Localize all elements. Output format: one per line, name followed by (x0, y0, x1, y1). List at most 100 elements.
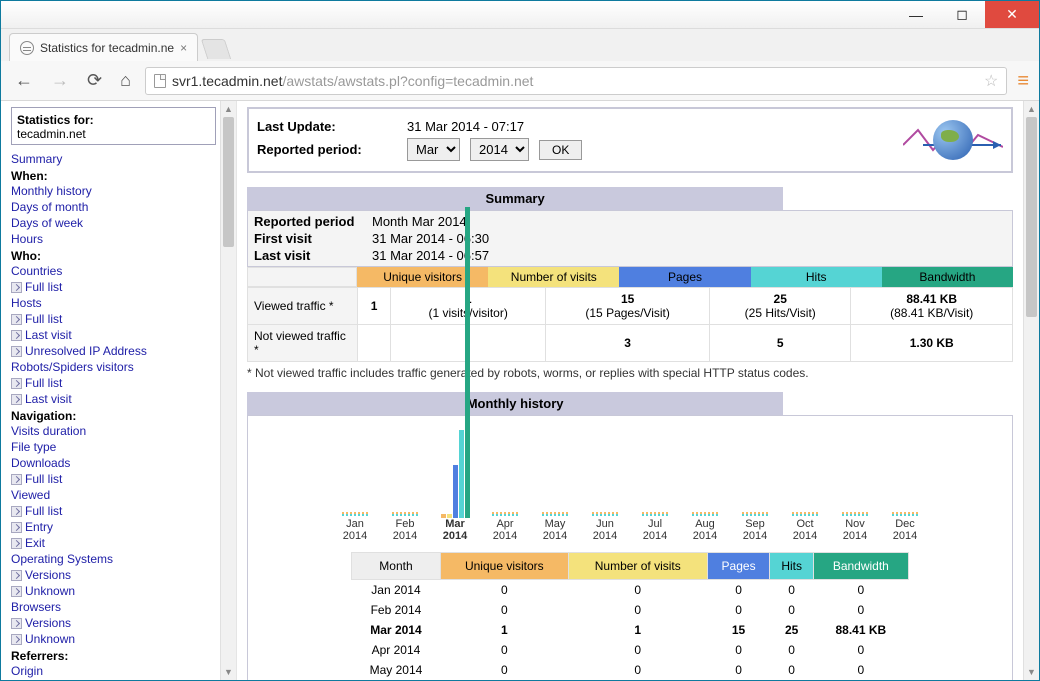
chart-month-may: May2014 (540, 428, 570, 542)
nav-monthly-history[interactable]: Monthly history (11, 183, 216, 199)
metric-visits: Number of visits (488, 267, 619, 287)
nav-browsers[interactable]: Browsers (11, 599, 216, 615)
nav-downloads-full[interactable]: Full list (11, 471, 216, 487)
browser-window: — ◻ ✕ Statistics for tecadmin.ne × ← → ⟳… (0, 0, 1040, 681)
nav-navigation-header: Navigation: (11, 409, 216, 423)
nav-viewed-entry[interactable]: Entry (11, 519, 216, 535)
chart-month-apr: Apr2014 (490, 428, 520, 542)
month-select[interactable]: Mar (407, 138, 460, 161)
table-row: May 201400000 (352, 660, 909, 680)
stats-for-box: Statistics for: tecadmin.net (11, 107, 216, 145)
home-button[interactable]: ⌂ (116, 68, 135, 93)
main-scrollbar[interactable]: ▲ ▼ (1023, 101, 1039, 680)
year-select[interactable]: 2014 (470, 138, 529, 161)
globe-icon (933, 120, 973, 160)
url-text: svr1.tecadmin.net/awstats/awstats.pl?con… (172, 73, 533, 89)
nav-hours[interactable]: Hours (11, 231, 216, 247)
reload-button[interactable]: ⟳ (83, 68, 106, 93)
nav-hosts-full[interactable]: Full list (11, 311, 216, 327)
nav-browsers-unknown[interactable]: Unknown (11, 631, 216, 647)
nav-referring-se[interactable]: Referring search engines (11, 679, 216, 680)
chart-month-aug: Aug2014 (690, 428, 720, 542)
window-titlebar: — ◻ ✕ (1, 1, 1039, 29)
traffic-table: Viewed traffic * 1 1(1 visits/visitor) 1… (247, 287, 1013, 362)
col-month: Month (352, 553, 441, 580)
nav-os-versions[interactable]: Versions (11, 567, 216, 583)
sidebar-scrollbar[interactable]: ▲ ▼ (220, 101, 236, 680)
back-button[interactable]: ← (11, 68, 37, 93)
nav-summary[interactable]: Summary (11, 151, 216, 167)
table-row: Mar 201411152588.41 KB (352, 620, 909, 640)
maximize-button[interactable]: ◻ (939, 1, 985, 28)
nav-visits-duration[interactable]: Visits duration (11, 423, 216, 439)
summary-footnote: * Not viewed traffic includes traffic ge… (247, 366, 1013, 380)
page-icon (154, 74, 166, 88)
nav-file-type[interactable]: File type (11, 439, 216, 455)
main-scroll-down-icon[interactable]: ▼ (1024, 664, 1039, 680)
sidebar-scroll-thumb[interactable] (223, 117, 234, 247)
tab-strip: Statistics for tecadmin.ne × (1, 29, 1039, 61)
nav-countries[interactable]: Countries (11, 263, 216, 279)
last-update-value: 31 Mar 2014 - 07:17 (407, 119, 524, 134)
sidebar-container: Statistics for: tecadmin.net Summary Whe… (1, 101, 237, 680)
awstats-logo (903, 115, 1003, 165)
main-content: Last Update: 31 Mar 2014 - 07:17 Reporte… (237, 101, 1023, 680)
summary-reported-value: Month Mar 2014 (372, 213, 467, 230)
table-row: Feb 201400000 (352, 600, 909, 620)
metric-bw: Bandwidth (882, 267, 1013, 287)
nav-when-header: When: (11, 169, 216, 183)
nav-robots-full[interactable]: Full list (11, 375, 216, 391)
col-pages: Pages (707, 553, 770, 580)
nav-os[interactable]: Operating Systems (11, 551, 216, 567)
nav-robots-last[interactable]: Last visit (11, 391, 216, 407)
metric-pages: Pages (619, 267, 750, 287)
nav-hosts-last[interactable]: Last visit (11, 327, 216, 343)
nav-viewed-exit[interactable]: Exit (11, 535, 216, 551)
nav-origin[interactable]: Origin (11, 663, 216, 679)
new-tab-button[interactable] (201, 39, 231, 59)
metric-hits: Hits (751, 267, 882, 287)
notviewed-traffic-row: Not viewed traffic * 3 5 1.30 KB (248, 325, 1013, 362)
chart-month-jun: Jun2014 (590, 428, 620, 542)
content-area: Statistics for: tecadmin.net Summary Whe… (1, 101, 1039, 680)
nav-browsers-versions[interactable]: Versions (11, 615, 216, 631)
minimize-button[interactable]: — (893, 1, 939, 28)
stats-for-site: tecadmin.net (17, 127, 210, 141)
sidebar: Statistics for: tecadmin.net Summary Whe… (1, 101, 220, 680)
main-scroll-up-icon[interactable]: ▲ (1024, 101, 1039, 117)
nav-countries-full[interactable]: Full list (11, 279, 216, 295)
viewed-pages: 15 (621, 292, 634, 306)
nav-hosts[interactable]: Hosts (11, 295, 216, 311)
nav-days-of-week[interactable]: Days of week (11, 215, 216, 231)
notviewed-uv (358, 325, 391, 362)
monthly-table: Month Unique visitors Number of visits P… (351, 552, 909, 680)
nav-hosts-unresolved[interactable]: Unresolved IP Address (11, 343, 216, 359)
scroll-down-icon[interactable]: ▼ (221, 664, 236, 680)
viewed-pages-sub: (15 Pages/Visit) (585, 306, 670, 320)
chart-month-jul: Jul2014 (640, 428, 670, 542)
bookmark-star-icon[interactable]: ☆ (984, 71, 998, 91)
col-bw: Bandwidth (813, 553, 908, 580)
main-container: Last Update: 31 Mar 2014 - 07:17 Reporte… (237, 101, 1039, 680)
nav-downloads[interactable]: Downloads (11, 455, 216, 471)
reported-period-label: Reported period: (257, 142, 397, 157)
close-button[interactable]: ✕ (985, 1, 1039, 28)
nav-robots[interactable]: Robots/Spiders visitors (11, 359, 216, 375)
viewed-label: Viewed traffic * (248, 288, 358, 325)
table-row: Jan 201400000 (352, 580, 909, 601)
main-scroll-thumb[interactable] (1026, 117, 1037, 317)
notviewed-label: Not viewed traffic * (248, 325, 358, 362)
viewed-traffic-row: Viewed traffic * 1 1(1 visits/visitor) 1… (248, 288, 1013, 325)
monthly-panel: Jan2014Feb2014Mar2014Apr2014May2014Jun20… (247, 415, 1013, 680)
address-bar[interactable]: svr1.tecadmin.net/awstats/awstats.pl?con… (145, 67, 1007, 95)
nav-viewed-full[interactable]: Full list (11, 503, 216, 519)
ok-button[interactable]: OK (539, 140, 582, 160)
nav-viewed[interactable]: Viewed (11, 487, 216, 503)
nav-os-unknown[interactable]: Unknown (11, 583, 216, 599)
tab-close-icon[interactable]: × (180, 41, 187, 55)
scroll-up-icon[interactable]: ▲ (221, 101, 236, 117)
menu-icon[interactable]: ≡ (1017, 74, 1029, 88)
browser-tab[interactable]: Statistics for tecadmin.ne × (9, 33, 198, 61)
forward-button[interactable]: → (47, 68, 73, 93)
nav-days-of-month[interactable]: Days of month (11, 199, 216, 215)
